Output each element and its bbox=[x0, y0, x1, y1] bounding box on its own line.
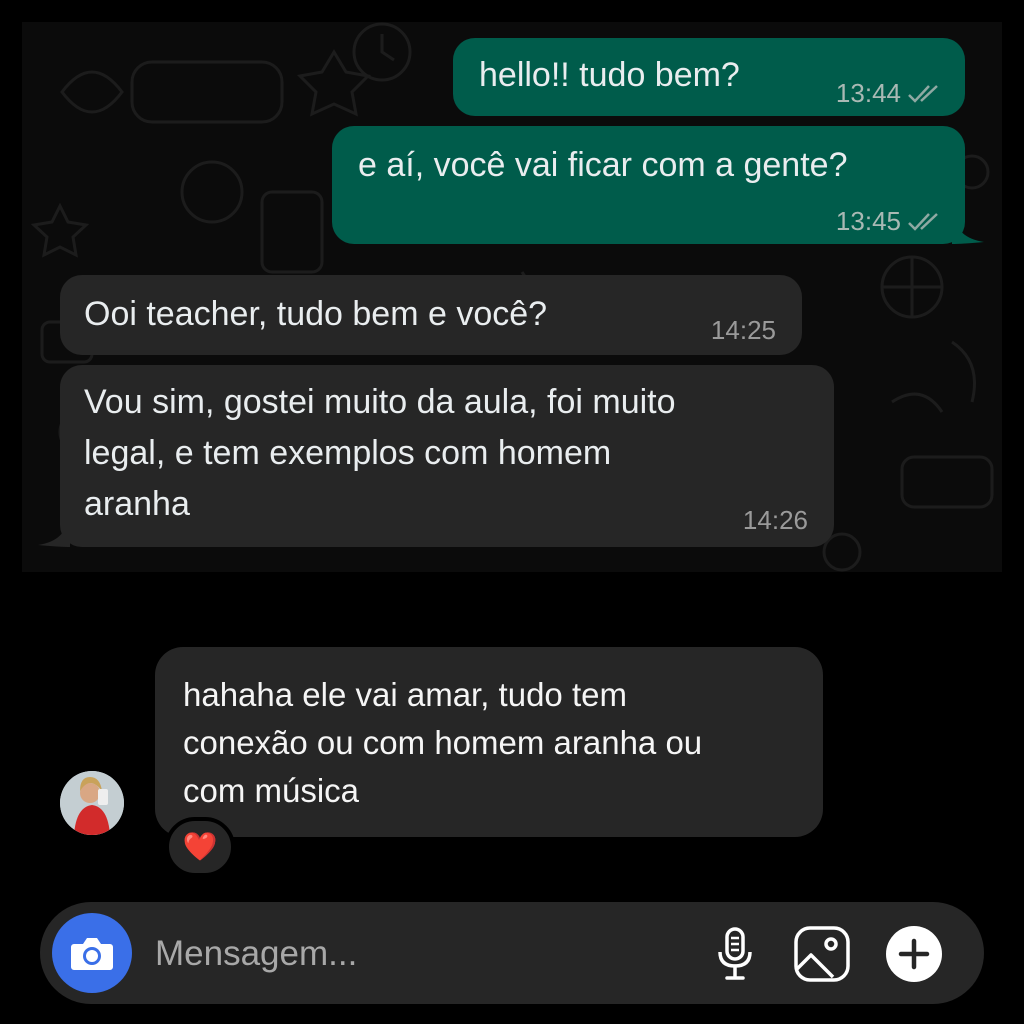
message-text: hello!! tudo bem? bbox=[479, 56, 740, 94]
microphone-button[interactable] bbox=[705, 924, 765, 984]
gallery-button[interactable] bbox=[792, 924, 852, 984]
message-composer bbox=[40, 902, 984, 1004]
avatar[interactable] bbox=[60, 771, 124, 835]
message-meta: 14:26 bbox=[743, 505, 808, 536]
bubble-tail bbox=[38, 515, 70, 547]
message-input[interactable] bbox=[153, 926, 677, 982]
message-bubble-incoming[interactable]: Ooi teacher, tudo bem e você? 14:25 bbox=[60, 275, 802, 355]
message-bubble-incoming[interactable]: Vou sim, gostei muito da aula, foi muito… bbox=[60, 365, 834, 547]
plus-icon bbox=[886, 926, 942, 982]
message-meta: 13:45 bbox=[836, 206, 943, 237]
message-bubble-outgoing[interactable]: e aí, você vai ficar com a gente? 13:45 bbox=[332, 126, 965, 244]
camera-button[interactable] bbox=[52, 913, 132, 993]
message-bubble-outgoing[interactable]: hello!! tudo bem? 13:44 bbox=[453, 38, 965, 116]
read-receipt-icon bbox=[908, 84, 938, 103]
message-time: 14:25 bbox=[710, 315, 776, 345]
message-time: 14:26 bbox=[742, 505, 808, 535]
dm-message-line: hahaha ele vai amar, tudo tem bbox=[183, 676, 627, 713]
microphone-icon bbox=[718, 927, 752, 980]
heart-reaction-icon: ❤️ bbox=[182, 831, 218, 862]
camera-icon bbox=[71, 938, 113, 970]
message-meta: 14:25 bbox=[711, 315, 776, 346]
reaction-badge[interactable]: ❤️ bbox=[165, 817, 235, 877]
message-text: Ooi teacher, tudo bem e você? bbox=[84, 295, 548, 333]
dm-message-line: com música bbox=[183, 772, 360, 809]
gallery-icon bbox=[794, 926, 850, 982]
profile-photo bbox=[60, 771, 124, 835]
dm-message-bubble[interactable]: hahaha ele vai amar, tudo tem conexão ou… bbox=[155, 647, 823, 837]
dm-message-line: conexão ou com homem aranha ou bbox=[183, 724, 703, 761]
add-button[interactable] bbox=[884, 924, 944, 984]
message-time: 13:44 bbox=[835, 78, 901, 108]
message-text-line: aranha bbox=[84, 485, 190, 523]
message-text-line: Vou sim, gostei muito da aula, foi muito bbox=[84, 383, 676, 421]
message-text: e aí, você vai ficar com a gente? bbox=[358, 146, 848, 184]
bubble-tail bbox=[952, 212, 984, 244]
read-receipt-icon bbox=[908, 212, 938, 231]
message-time: 13:45 bbox=[835, 206, 901, 236]
shared-whatsapp-screenshot[interactable]: hello!! tudo bem? 13:44 e aí, você vai f… bbox=[22, 22, 1002, 572]
message-meta: 13:44 bbox=[836, 78, 943, 109]
message-text-line: legal, e tem exemplos com homem bbox=[84, 434, 612, 472]
